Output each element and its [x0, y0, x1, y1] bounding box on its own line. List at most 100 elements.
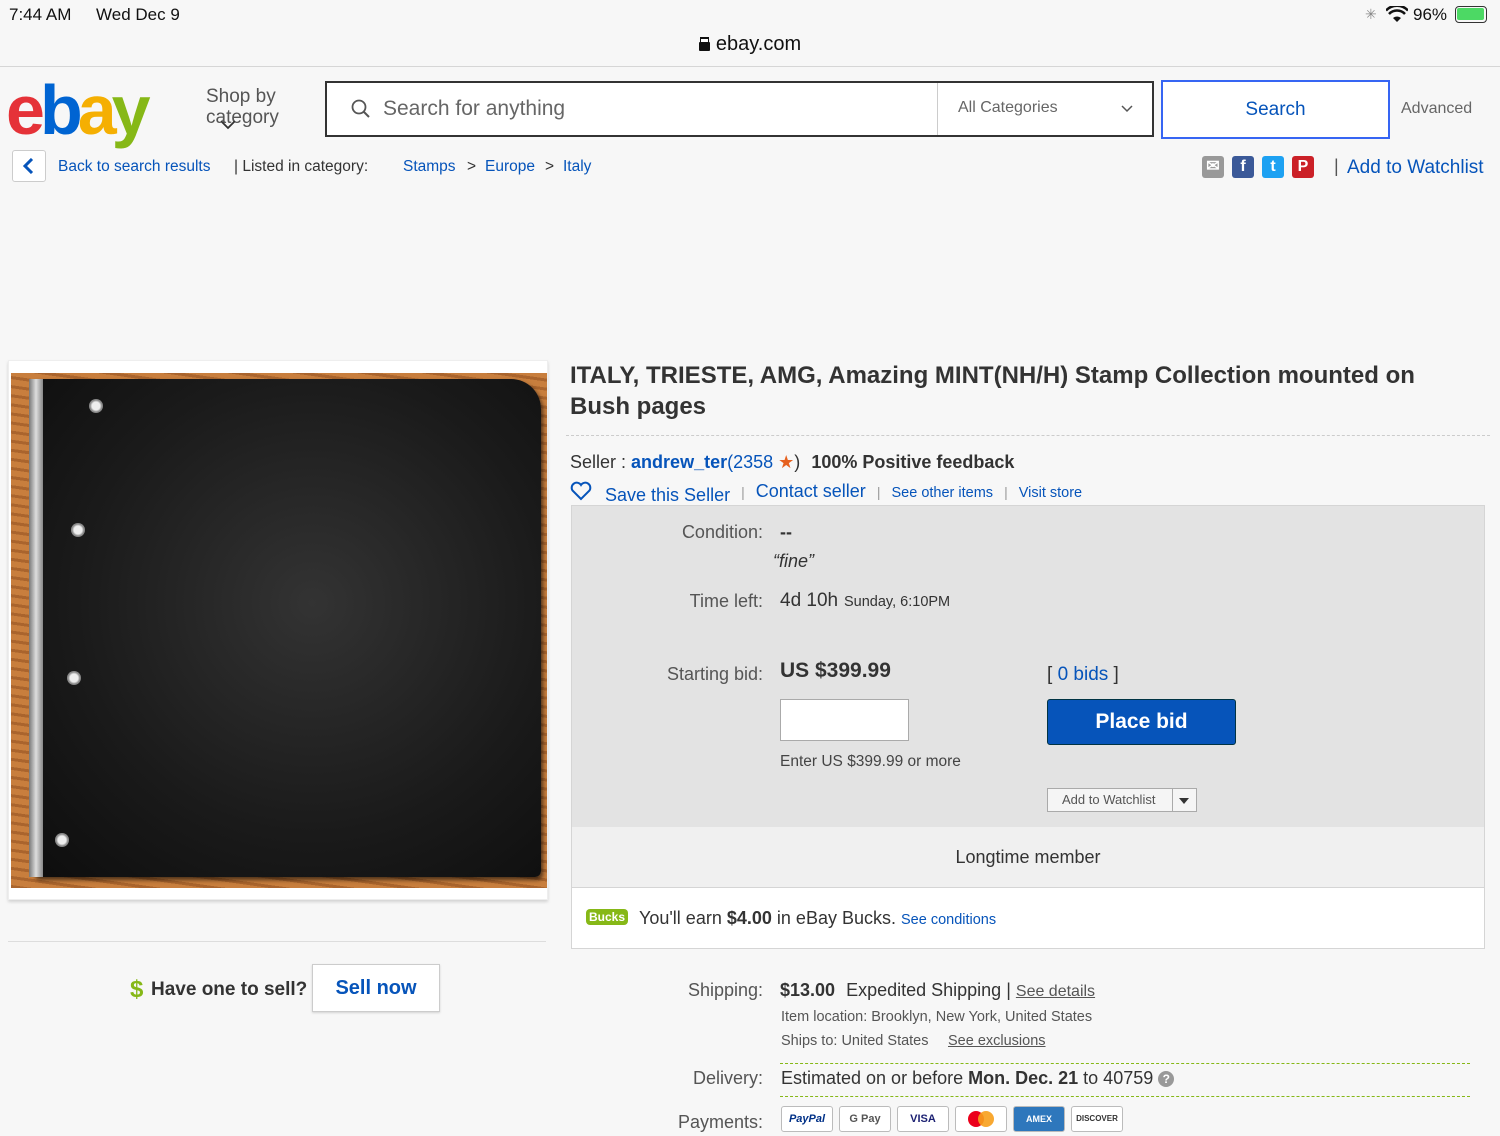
divider	[1172, 789, 1173, 811]
bucks-text-post: in eBay Bucks.	[776, 908, 896, 928]
item-photo[interactable]	[11, 373, 547, 888]
bucks-text-pre: You'll earn	[639, 908, 722, 928]
address-bar[interactable]: ebay.com	[0, 28, 1500, 67]
search-button[interactable]: Search	[1161, 80, 1390, 139]
chevron-left-icon	[22, 158, 34, 174]
condition-note: “fine”	[773, 551, 815, 571]
wifi-icon	[1386, 6, 1408, 22]
condition-value: --	[780, 522, 792, 542]
payment-methods: PayPal G Pay VISA AMEX DISCOVER	[781, 1106, 1129, 1132]
shop-by-label: Shop by	[206, 86, 276, 107]
shipping-method: Expedited Shipping |	[846, 980, 1011, 1000]
pinterest-icon[interactable]: P	[1292, 156, 1314, 178]
divider	[8, 941, 546, 942]
shop-by-category[interactable]: Shop by category	[206, 86, 279, 130]
search-icon	[351, 99, 370, 118]
item-location: Item location: Brooklyn, New York, Unite…	[781, 1009, 1093, 1025]
search-input[interactable]: Search for anything	[383, 97, 565, 121]
share-icons: ✉ f t P	[1202, 156, 1322, 178]
google-pay-icon: G Pay	[839, 1106, 891, 1132]
have-one-to-sell-label: Have one to sell?	[151, 979, 308, 1000]
chevron-down-icon	[220, 120, 236, 130]
feedback-score-link[interactable]: (2358	[727, 452, 773, 472]
album-cover	[33, 379, 541, 877]
save-seller-link[interactable]: Save this Seller	[605, 485, 730, 505]
add-to-watchlist-dropdown[interactable]: Add to Watchlist	[1047, 788, 1197, 812]
back-to-results-link[interactable]: Back to search results	[58, 158, 210, 176]
seller-info: Seller : andrew_ter(2358 ★) 100% Positiv…	[570, 452, 1014, 473]
delivery-date: Mon. Dec. 21	[968, 1068, 1079, 1088]
bid-count: [ 0 bids ]	[1047, 664, 1119, 686]
delivery-pre: Estimated on or before	[781, 1068, 964, 1088]
help-icon[interactable]: ?	[1158, 1071, 1175, 1087]
screw-hole	[71, 523, 85, 537]
loading-icon: ✳	[1365, 6, 1377, 22]
visit-store-link[interactable]: Visit store	[1019, 485, 1082, 501]
paypal-icon: PayPal	[781, 1106, 833, 1132]
battery-icon	[1455, 6, 1487, 23]
breadcrumb-europe[interactable]: Europe	[485, 158, 535, 176]
facebook-icon[interactable]: f	[1232, 156, 1254, 178]
add-to-watchlist-small[interactable]: Add to Watchlist	[1062, 792, 1155, 807]
divider: |	[1004, 484, 1008, 500]
bids-link[interactable]: 0 bids	[1058, 664, 1109, 685]
divider	[780, 1096, 1470, 1097]
advanced-search-link[interactable]: Advanced	[1401, 100, 1472, 118]
divider	[566, 435, 1490, 436]
search-bar[interactable]: Search for anything All Categories	[325, 81, 1154, 137]
starting-bid-label: Starting bid:	[666, 664, 763, 684]
delivery-estimate: Estimated on or before Mon. Dec. 21 to 4…	[781, 1068, 1175, 1089]
seller-links: Save this Seller | Contact seller | See …	[570, 481, 1082, 505]
status-bar: 7:44 AM Wed Dec 9 ✳ 96%	[0, 0, 1500, 30]
category-select[interactable]: All Categories	[937, 83, 1153, 135]
see-details-link[interactable]: See details	[1016, 983, 1095, 1000]
email-icon[interactable]: ✉	[1202, 156, 1224, 178]
shipping-cost: $13.00	[780, 980, 836, 1000]
mastercard-icon	[955, 1106, 1007, 1132]
chevron-down-icon	[1121, 105, 1133, 113]
bucks-icon: Bucks	[586, 909, 629, 925]
feedback-close: )	[794, 452, 801, 472]
shipping-label: Shipping:	[687, 980, 763, 1000]
listed-in-label: | Listed in category:	[234, 158, 369, 175]
see-other-items-link[interactable]: See other items	[891, 485, 993, 501]
payments-label: Payments:	[677, 1112, 763, 1132]
condition-label: Condition:	[681, 522, 763, 542]
logo-letter-e: e	[6, 71, 45, 149]
divider: |	[876, 484, 881, 500]
add-to-watchlist-link[interactable]: Add to Watchlist	[1347, 157, 1484, 179]
breadcrumb-stamps[interactable]: Stamps	[403, 158, 456, 176]
contact-seller-link[interactable]: Contact seller	[756, 481, 866, 501]
place-bid-button[interactable]: Place bid	[1047, 699, 1236, 745]
see-conditions-link[interactable]: See conditions	[901, 912, 996, 928]
starting-bid-price: US $399.99	[780, 659, 891, 682]
ebay-logo[interactable]: ebay	[6, 71, 151, 149]
heart-icon[interactable]	[570, 481, 592, 501]
logo-letter-y: y	[111, 71, 151, 149]
bracket: [	[1047, 664, 1053, 685]
delivery-label: Delivery:	[692, 1068, 763, 1088]
logo-letter-a: a	[77, 71, 117, 149]
item-image-card[interactable]	[8, 360, 548, 900]
seller-name-link[interactable]: andrew_ter	[631, 452, 727, 472]
logo-letter-b: b	[39, 71, 83, 149]
sell-now-button[interactable]: Sell now	[312, 964, 440, 1012]
breadcrumb-separator: >	[467, 158, 477, 175]
url-display[interactable]: ebay.com	[0, 33, 1500, 56]
caret-down-icon[interactable]	[1179, 798, 1189, 804]
time-left-value: 4d 10h	[780, 590, 839, 611]
amex-icon: AMEX	[1013, 1106, 1065, 1132]
bracket: ]	[1113, 664, 1119, 685]
longtime-member-badge: Longtime member	[571, 827, 1485, 888]
visa-icon: VISA	[897, 1106, 949, 1132]
twitter-icon[interactable]: t	[1262, 156, 1284, 178]
ebay-bucks-row: Bucks You'll earn $4.00 in eBay Bucks. S…	[571, 888, 1485, 949]
back-button[interactable]	[12, 150, 46, 182]
battery-percent: 96%	[1413, 5, 1448, 24]
see-exclusions-link[interactable]: See exclusions	[948, 1033, 1046, 1049]
lock-icon	[698, 42, 710, 51]
bid-amount-input[interactable]	[780, 699, 909, 741]
breadcrumb-italy[interactable]: Italy	[563, 158, 591, 176]
album-hinge	[29, 379, 43, 877]
star-icon: ★	[778, 452, 795, 472]
